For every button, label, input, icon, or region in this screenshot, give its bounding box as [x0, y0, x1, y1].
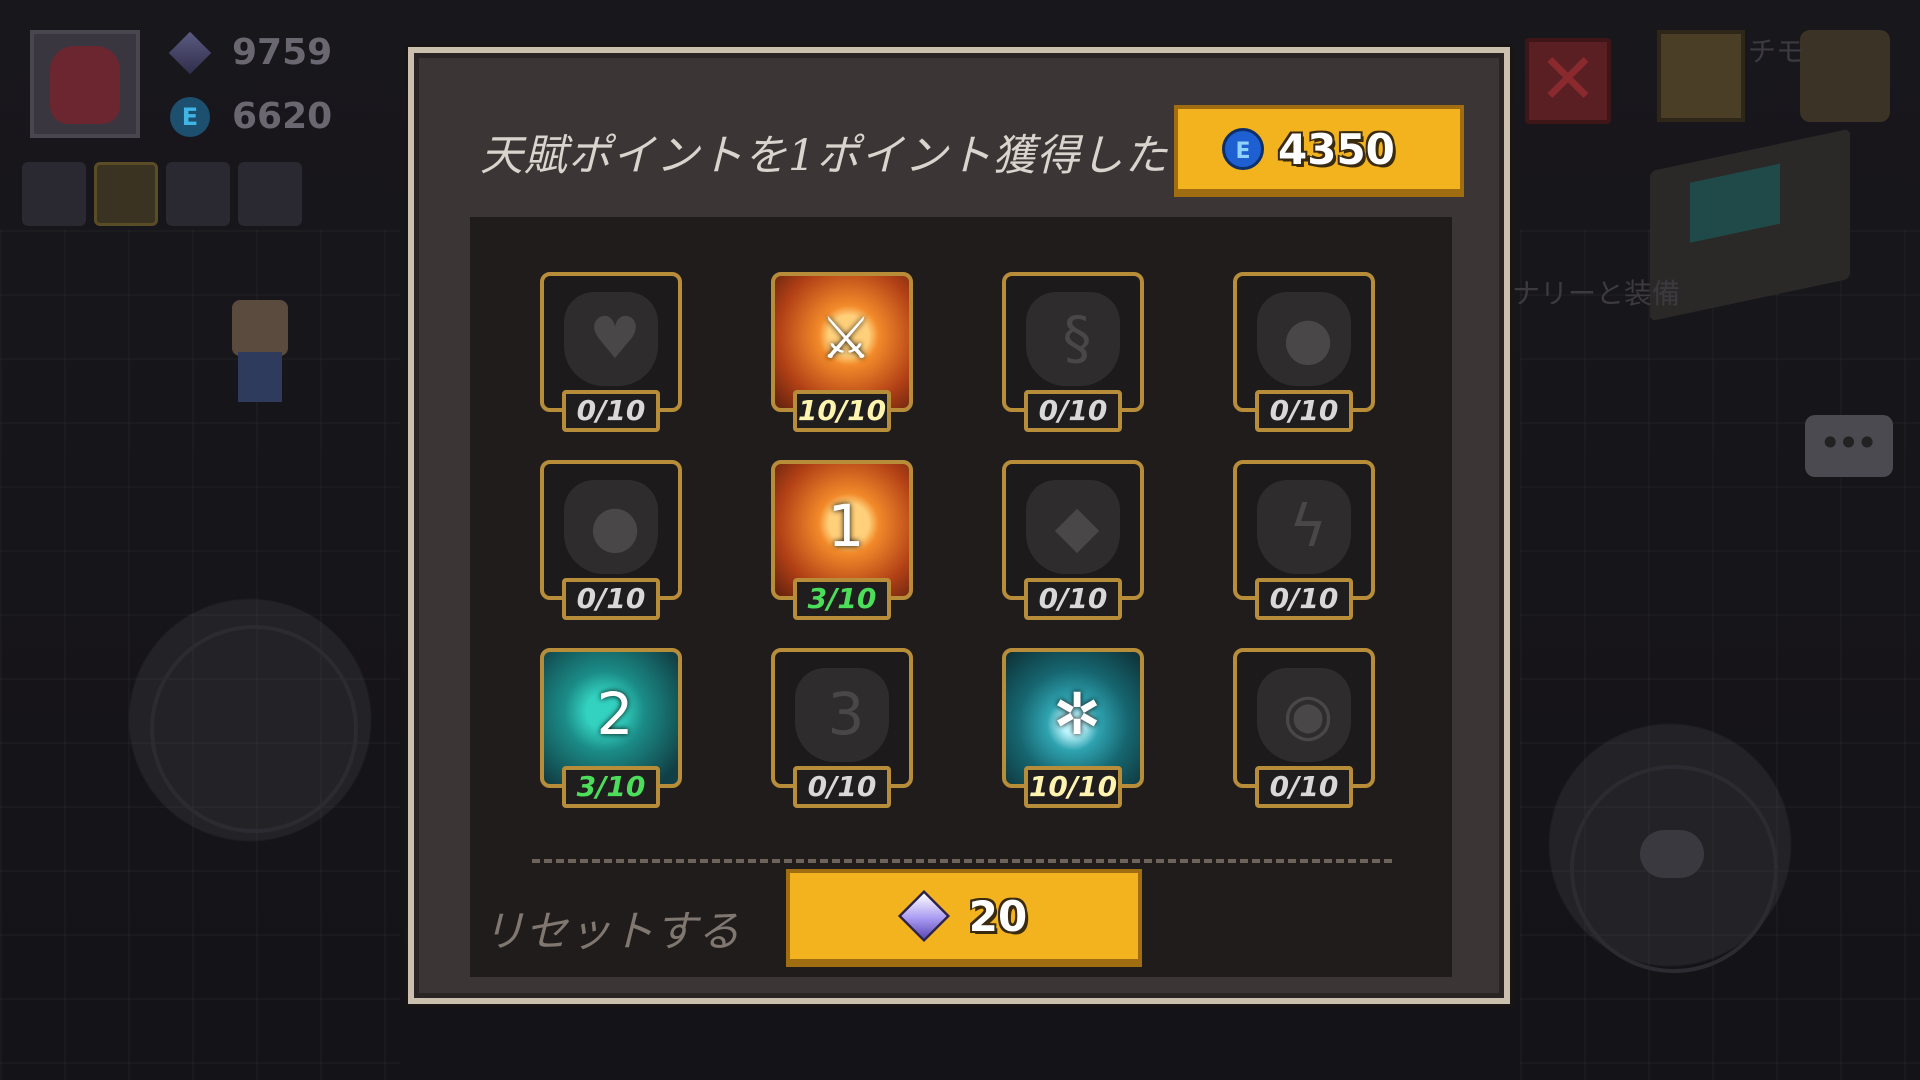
player-head — [232, 300, 288, 356]
arcade-screen — [1690, 163, 1780, 243]
talent-slot[interactable]: ◆ 0/10 — [1002, 460, 1144, 620]
talent-panel: ♥ 0/10 ⚔ 10/10 § 0/10 ● 0/10 ● 0/10 1 3/10 ◆ 0/10 ϟ 0/1… — [470, 217, 1452, 977]
talent-level: 3/10 — [562, 766, 660, 808]
talent-level: 0/10 — [1255, 766, 1353, 808]
drop-icon: ● — [1282, 304, 1334, 372]
talent-level: 3/10 — [793, 578, 891, 620]
background-label: チモ — [1748, 35, 1805, 68]
talent-slot[interactable]: ● 0/10 — [540, 460, 682, 620]
skill-three-icon: 3 — [827, 680, 865, 748]
emote-button[interactable] — [1640, 830, 1704, 878]
skill-two-icon: 2 — [596, 680, 634, 748]
talent-level: 0/10 — [1024, 578, 1122, 620]
heart-icon: ♥ — [589, 304, 641, 372]
lightning-icon: ϟ — [1288, 492, 1328, 560]
talent-level: 10/10 — [793, 390, 891, 432]
player-character — [220, 300, 300, 420]
talent-slot[interactable]: ϟ 0/10 — [1233, 460, 1375, 620]
talent-slot[interactable]: ● 0/10 — [1233, 272, 1375, 432]
talent-level: 0/10 — [562, 578, 660, 620]
coin-icon: E — [170, 96, 210, 137]
pause-icon[interactable] — [1800, 30, 1890, 122]
upgrade-cost: 4350 — [1278, 124, 1395, 174]
coin-count: 6620 — [232, 96, 333, 137]
talent-level: 0/10 — [1255, 390, 1353, 432]
talent-slot[interactable]: 3 0/10 — [771, 648, 913, 808]
background-label: ナリーと装備 — [1512, 277, 1681, 310]
skill-one-icon: 1 — [827, 492, 865, 560]
coin-counter: E 6620 — [170, 96, 332, 137]
talent-slot[interactable]: ♥ 0/10 — [540, 272, 682, 432]
bomb-icon: ● — [589, 492, 641, 560]
talent-level: 0/10 — [1024, 390, 1122, 432]
reset-label: リセットする — [482, 907, 740, 957]
buff-slot[interactable] — [22, 162, 86, 226]
dialog-title: 天賦ポイントを1ポイント獲得した — [480, 131, 1169, 181]
talent-slot[interactable]: ✲ 10/10 — [1002, 648, 1144, 808]
talent-grid: ♥ 0/10 ⚔ 10/10 § 0/10 ● 0/10 ● 0/10 1 3/10 ◆ 0/10 ϟ 0/1… — [540, 272, 1380, 812]
buff-slot[interactable] — [94, 162, 158, 226]
buff-bar — [22, 162, 302, 226]
chest-icon[interactable] — [1657, 30, 1745, 122]
talent-level: 0/10 — [793, 766, 891, 808]
gem-counter: 9759 — [168, 31, 333, 74]
close-button[interactable]: ✕ — [1525, 38, 1611, 124]
buff-slot[interactable] — [166, 162, 230, 226]
reset-button[interactable]: 20 — [786, 869, 1142, 967]
talent-slot[interactable]: § 0/10 — [1002, 272, 1144, 432]
coin-icon: E — [1222, 128, 1264, 170]
sword-icon: ⚔ — [820, 304, 872, 372]
upgrade-cost-button[interactable]: E 4350 — [1174, 105, 1464, 197]
divider — [532, 859, 1392, 863]
reset-cost: 20 — [968, 891, 1028, 941]
move-joystick[interactable] — [150, 625, 358, 833]
talent-level: 0/10 — [1255, 578, 1353, 620]
player-avatar[interactable] — [30, 30, 140, 138]
swirl-icon: § — [1062, 304, 1092, 372]
gem-icon — [897, 889, 950, 943]
talent-level: 10/10 — [1024, 766, 1122, 808]
talent-slot[interactable]: ◉ 0/10 — [1233, 648, 1375, 808]
chat-icon[interactable] — [1805, 415, 1893, 477]
avatar-face — [50, 46, 120, 124]
talent-slot[interactable]: 1 3/10 — [771, 460, 913, 620]
gem-count: 9759 — [232, 32, 333, 73]
talent-dialog: 天賦ポイントを1ポイント獲得した E 4350 ♥ 0/10 ⚔ 10/10 § 0/10… — [408, 47, 1510, 1004]
talent-slot[interactable]: ⚔ 10/10 — [771, 272, 913, 432]
player-body — [238, 352, 282, 402]
talent-level: 0/10 — [562, 390, 660, 432]
buff-slot[interactable] — [238, 162, 302, 226]
eye-icon: ◉ — [1282, 680, 1334, 748]
gem-icon — [168, 31, 212, 74]
talent-slot[interactable]: 2 3/10 — [540, 648, 682, 808]
frost-icon: ✲ — [1052, 680, 1102, 748]
diamond-icon: ◆ — [1054, 492, 1100, 560]
